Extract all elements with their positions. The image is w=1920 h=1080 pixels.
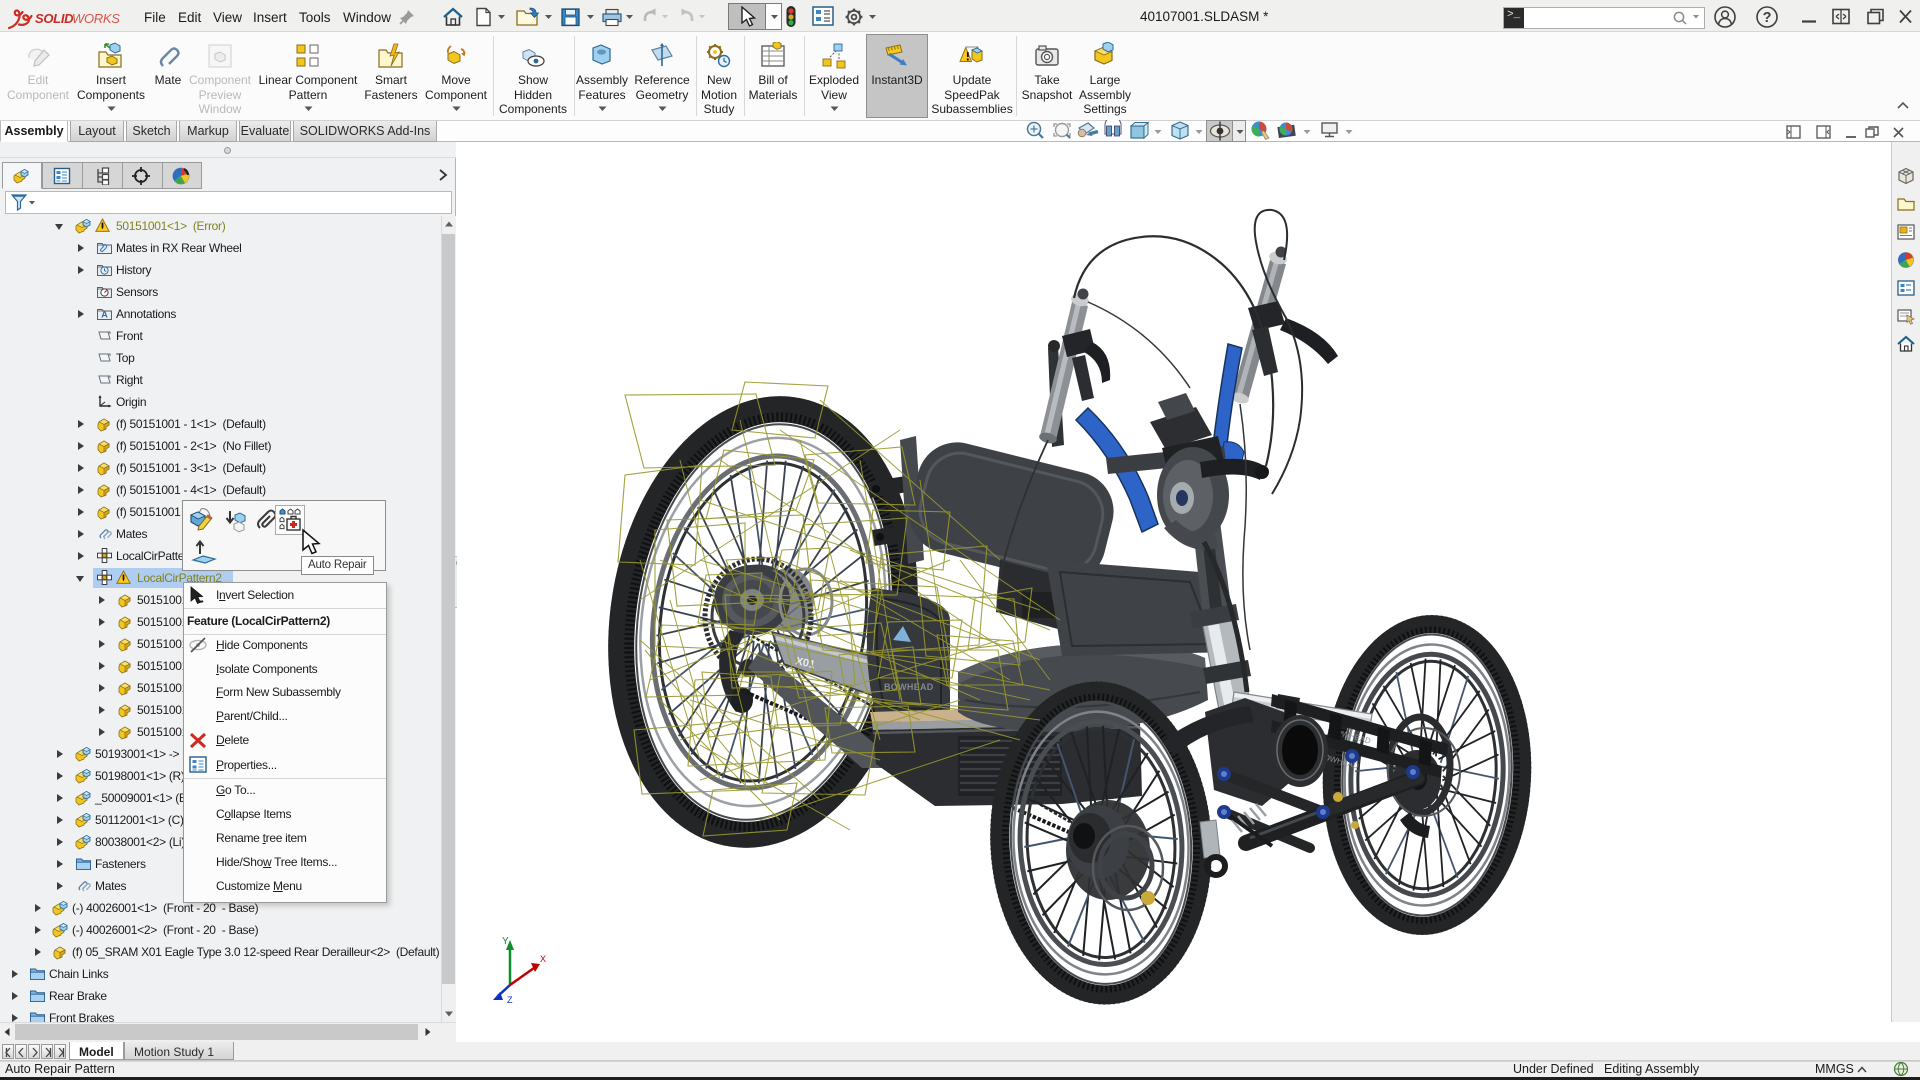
svg-text:Y: Y bbox=[502, 936, 509, 947]
svg-text:Z: Z bbox=[507, 995, 513, 1005]
svg-text:X: X bbox=[540, 954, 546, 964]
svg-text:SOLID: SOLID bbox=[35, 11, 74, 26]
svg-text:WORKS: WORKS bbox=[72, 11, 120, 26]
svg-text:?: ? bbox=[1763, 10, 1772, 26]
svg-text:A: A bbox=[101, 310, 108, 320]
